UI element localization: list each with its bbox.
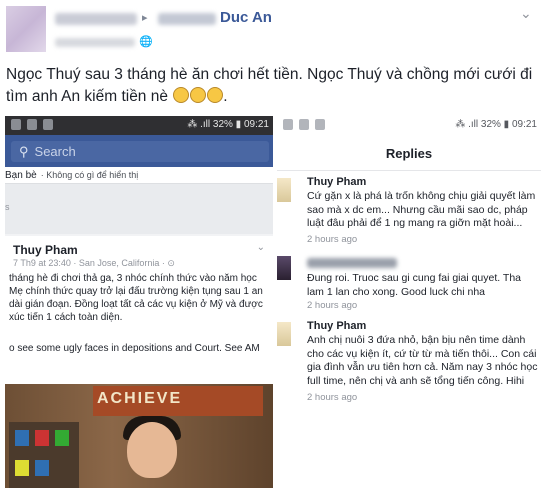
- photo-letters: ACHIEVE: [97, 390, 183, 407]
- reply-time: 2 hours ago: [307, 392, 358, 403]
- post-text-body: Ngọc Thuý sau 3 tháng hè ăn chơi hết tiề…: [6, 66, 533, 105]
- friends-sub: · Không có gì để hiển thị: [40, 170, 139, 180]
- notification-icon: [299, 119, 309, 130]
- section-gap: s: [5, 184, 273, 234]
- status-right: ⁂ .ıll 32% ▮ 09:21: [455, 119, 537, 130]
- shield-icon: [315, 119, 325, 130]
- battery-text: 32%: [480, 119, 501, 130]
- status-right: ⁂ .ıll 32% ▮ 09:21: [187, 119, 269, 130]
- search-placeholder: Search: [34, 144, 76, 159]
- reply-time: 2 hours ago: [307, 300, 358, 311]
- notification-icon: [27, 119, 37, 130]
- divider: [277, 170, 541, 171]
- right-screenshot: ⁂ .ıll 32% ▮ 09:21 Replies Thuy Pham Cứ …: [277, 116, 541, 488]
- photo-shelf: [9, 422, 79, 488]
- laughing-emoji-icon: [190, 87, 207, 103]
- post-card: Thuy Pham 7 Th9 at 23:40 · San Jose, Cal…: [5, 236, 273, 396]
- author-avatar[interactable]: [6, 6, 46, 52]
- notification-icon: [283, 119, 293, 130]
- search-icon: ⚲: [19, 144, 29, 159]
- shared-arrow-icon: ▸: [142, 12, 148, 24]
- friends-row[interactable]: Bạn bè · Không có gì để hiển thị: [5, 167, 273, 184]
- signal-icon: ⁂ .ıll: [187, 119, 211, 130]
- globe-icon: 🌐: [139, 36, 153, 48]
- signal-icon: ⁂ .ıll: [455, 119, 479, 130]
- post-author[interactable]: Thuy Pham: [13, 243, 78, 257]
- reply-avatar[interactable]: [277, 256, 291, 280]
- blurred-reply-author: [307, 258, 397, 268]
- facebook-top-bar: ⚲ Search: [5, 135, 273, 167]
- post-photo[interactable]: ACHIEVE: [5, 384, 273, 488]
- post-text: Ngọc Thuý sau 3 tháng hè ăn chơi hết tiề…: [6, 66, 533, 105]
- clock: 09:21: [511, 119, 537, 130]
- left-screenshot: ⁂ .ıll 32% ▮ 09:21 ⚲ Search Bạn bè · Không…: [5, 116, 273, 488]
- laughing-emoji-icon: [207, 87, 224, 103]
- reply-time: 2 hours ago: [307, 234, 358, 245]
- reply-avatar[interactable]: [277, 322, 291, 346]
- post-meta: 7 Th9 at 23:40 · San Jose, California · …: [13, 258, 175, 268]
- post-body: tháng hè đi chơi thả ga, 3 nhóc chính th…: [9, 273, 263, 323]
- gap-label: s: [5, 202, 10, 212]
- reply-author[interactable]: Thuy Pham: [307, 320, 366, 332]
- friends-label: Bạn bè: [5, 170, 37, 181]
- replies-title: Replies: [385, 146, 433, 161]
- target-user-name[interactable]: Duc An: [220, 9, 272, 26]
- battery-text: 32%: [212, 119, 233, 130]
- blurred-name-2: [158, 13, 216, 25]
- blurred-name: [55, 13, 137, 25]
- status-bar: ⁂ .ıll 32% ▮ 09:21: [277, 116, 541, 135]
- reply-avatar[interactable]: [277, 178, 291, 202]
- reply-text: Anh chị nuôi 3 đứa nhỏ, bận bịu nên time…: [307, 334, 538, 387]
- status-bar: ⁂ .ıll 32% ▮ 09:21: [5, 116, 273, 135]
- reply-text: Cứ gặn x là phá là trốn không chịu giải …: [307, 190, 536, 229]
- post-options-chevron-icon[interactable]: ⌄: [520, 5, 532, 22]
- blurred-timestamp: [55, 38, 135, 47]
- shield-icon: [43, 119, 53, 130]
- reply-text: Đung roi. Truoc sau gi cung fai giai quy…: [307, 272, 522, 298]
- laughing-emoji-icon: [173, 87, 190, 103]
- reply-author[interactable]: Thuy Pham: [307, 176, 366, 188]
- child-face: [127, 422, 177, 478]
- card-chevron-icon[interactable]: ⌄: [257, 242, 265, 253]
- search-input[interactable]: ⚲ Search: [11, 141, 269, 162]
- notification-icon: [11, 119, 21, 130]
- post-body-2: o see some ugly faces in depositions and…: [9, 343, 260, 354]
- clock: 09:21: [243, 119, 269, 130]
